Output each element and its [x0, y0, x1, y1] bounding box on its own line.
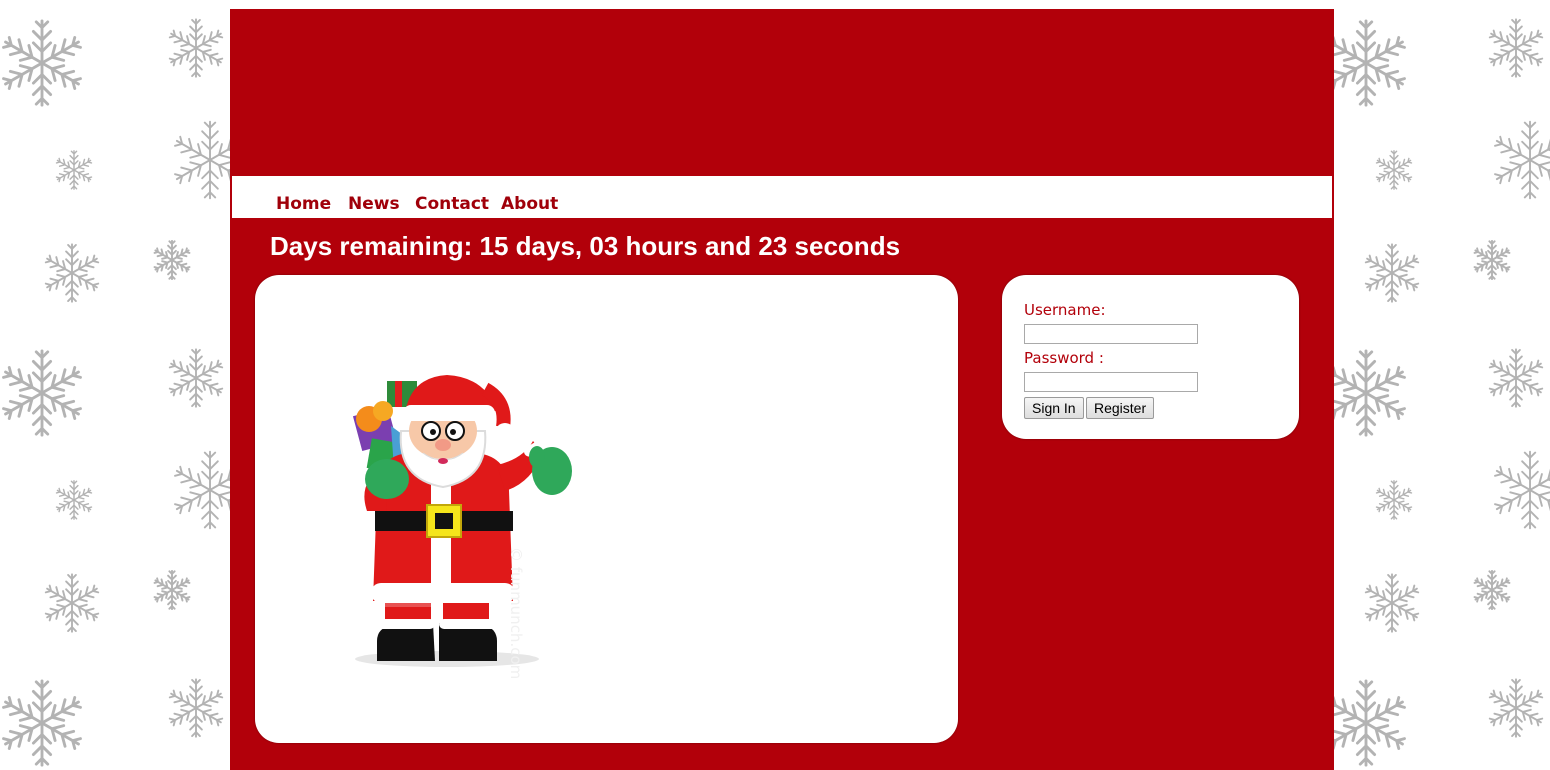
snowflake-icon	[0, 679, 86, 767]
image-watermark: © funmunch.com	[507, 547, 525, 680]
snowflake-icon	[1486, 348, 1546, 408]
password-label: Password :	[1024, 349, 1104, 367]
snowflake-icon	[152, 240, 192, 280]
nav-link-home[interactable]: Home	[276, 193, 331, 215]
login-panel: Username: Password : Sign In Register	[1002, 275, 1299, 439]
snowflake-icon	[1472, 240, 1512, 280]
snowflake-icon	[152, 570, 192, 610]
username-input[interactable]	[1024, 324, 1198, 344]
snowflake-icon	[1486, 18, 1546, 78]
countdown-text: Days remaining: 15 days, 03 hours and 23…	[270, 231, 901, 261]
snowflake-icon	[54, 150, 94, 190]
santa-image	[347, 371, 587, 675]
password-input[interactable]	[1024, 372, 1198, 392]
snowflake-icon	[0, 349, 86, 437]
snowflake-icon	[42, 573, 102, 633]
snowflake-icon	[166, 678, 226, 738]
nav-link-news[interactable]: News	[348, 193, 400, 215]
nav-link-about[interactable]: About	[501, 193, 558, 215]
snowflake-icon	[1322, 19, 1410, 107]
nav-bar: Home News Contact About	[232, 176, 1332, 218]
snowflake-icon	[1374, 480, 1414, 520]
sign-in-button[interactable]: Sign In	[1024, 397, 1084, 419]
snowflake-icon	[1374, 150, 1414, 190]
snowflake-icon	[42, 243, 102, 303]
snowflake-icon	[166, 18, 226, 78]
snowflake-icon	[1490, 120, 1550, 200]
snowflake-icon	[1362, 573, 1422, 633]
snowflake-icon	[1490, 450, 1550, 530]
username-label: Username:	[1024, 301, 1106, 319]
main-content-panel: © funmunch.com	[255, 275, 958, 743]
snowflake-icon	[1362, 243, 1422, 303]
page-container: Home News Contact About Days remaining: …	[230, 9, 1334, 770]
snowflake-icon	[166, 348, 226, 408]
snowflake-icon	[54, 480, 94, 520]
nav-link-contact[interactable]: Contact	[415, 193, 489, 215]
register-button[interactable]: Register	[1086, 397, 1155, 419]
snowflake-icon	[1486, 678, 1546, 738]
snowflake-icon	[1472, 570, 1512, 610]
snowflake-icon	[1322, 349, 1410, 437]
snowflake-icon	[1322, 679, 1410, 767]
snowflake-icon	[0, 19, 86, 107]
